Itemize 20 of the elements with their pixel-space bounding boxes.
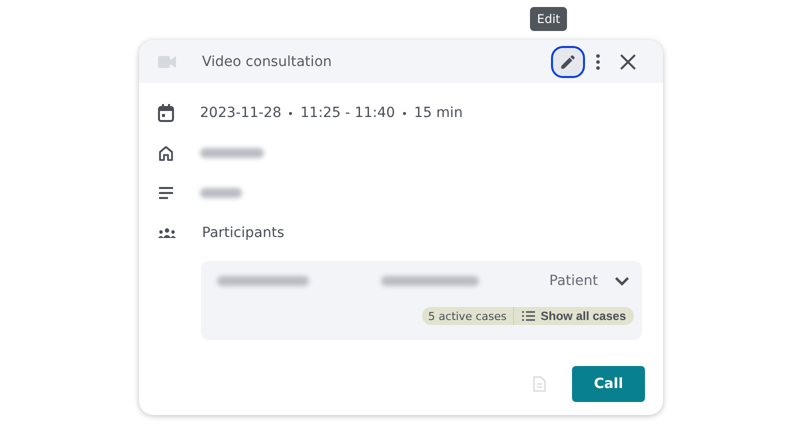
time-text: 11:25 - 11:40	[300, 105, 396, 121]
calendar-icon	[158, 104, 174, 122]
edit-button[interactable]	[551, 46, 585, 78]
video-camera-icon	[158, 56, 176, 68]
duration-text: 15 min	[414, 105, 463, 121]
role-text: Patient	[549, 273, 598, 289]
people-icon	[158, 228, 176, 238]
description-icon	[158, 187, 174, 199]
window-title: Video consultation	[202, 54, 333, 70]
tooltip: Edit	[530, 7, 568, 31]
pencil-icon	[559, 52, 577, 70]
show-all-cases-button[interactable]: Show all cases	[514, 307, 634, 325]
close-icon	[620, 54, 636, 70]
home-icon	[158, 145, 174, 161]
list-icon	[522, 311, 535, 321]
date-text: 2023-11-28	[200, 105, 282, 121]
active-cases-badge: 5 active cases	[422, 307, 514, 325]
call-button[interactable]: Call	[572, 366, 645, 402]
participants-label: Participants	[202, 225, 284, 241]
more-vertical-icon	[596, 54, 600, 70]
